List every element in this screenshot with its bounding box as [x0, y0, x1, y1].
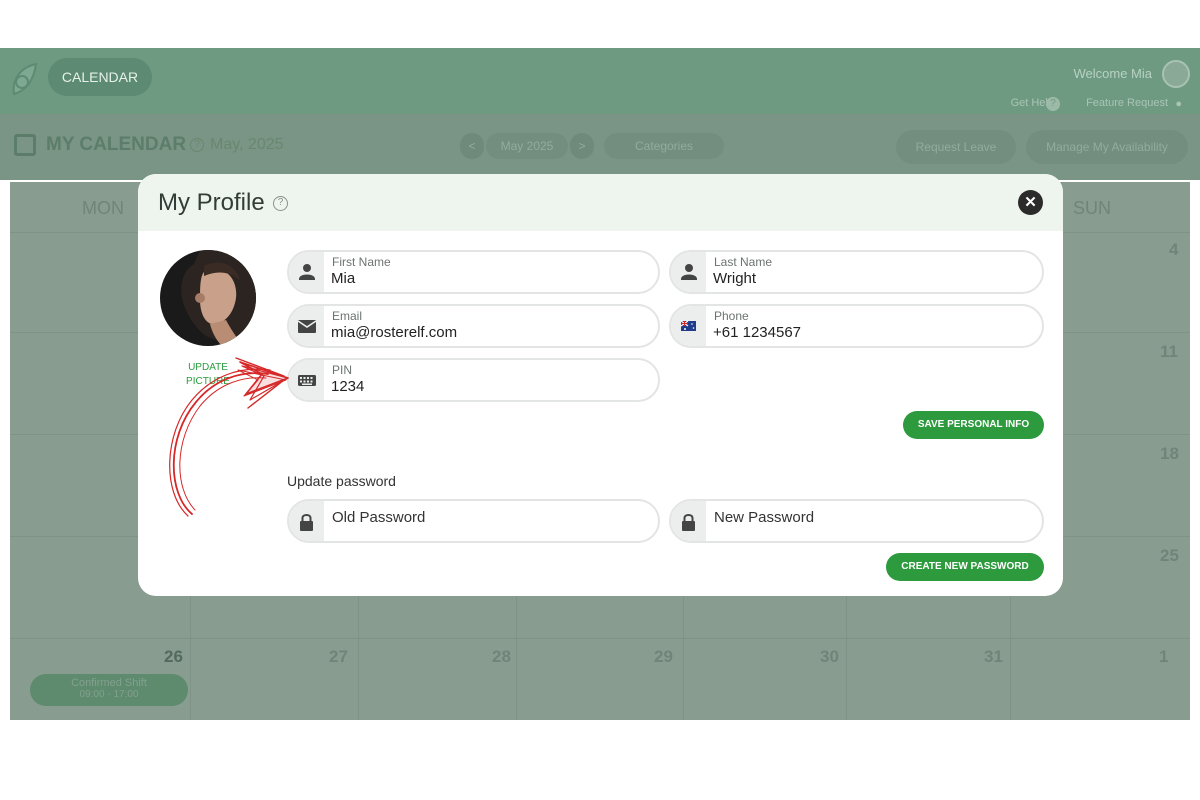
email-label: Email: [332, 309, 363, 323]
date-number[interactable]: 31: [984, 647, 1003, 667]
first-name-field[interactable]: First Name Mia: [287, 250, 660, 294]
field-icon-panel: [289, 306, 324, 346]
nav-calendar-button[interactable]: CALENDAR: [48, 58, 152, 96]
field-icon-panel: [289, 252, 324, 292]
date-number[interactable]: 4: [1169, 240, 1178, 260]
modal-header: My Profile ? ✕: [138, 174, 1063, 231]
field-icon-panel: [289, 501, 324, 541]
lightbulb-icon: ●: [1175, 98, 1182, 110]
help-icon[interactable]: ?: [1046, 97, 1060, 111]
date-number[interactable]: 18: [1160, 444, 1179, 464]
lock-icon: [300, 514, 313, 531]
date-number[interactable]: 29: [654, 647, 673, 667]
date-number[interactable]: 11: [1160, 342, 1178, 362]
welcome-text: Welcome Mia: [1073, 66, 1152, 81]
person-icon: [299, 264, 315, 280]
first-name-value[interactable]: Mia: [331, 270, 355, 287]
screenshot-frame: CALENDAR Welcome Mia Get Help ? Feature …: [0, 48, 1200, 720]
user-avatar[interactable]: [1162, 60, 1190, 88]
categories-button[interactable]: Categories: [604, 133, 724, 159]
profile-modal: My Profile ? ✕ UPDATE PICTURE First Name…: [138, 174, 1063, 596]
last-name-label: Last Name: [714, 255, 773, 269]
pin-label: PIN: [332, 363, 353, 377]
chevron-right-icon[interactable]: >: [570, 133, 594, 159]
keyboard-icon: [298, 375, 316, 386]
date-number[interactable]: 1: [1159, 647, 1168, 667]
request-leave-button[interactable]: Request Leave: [896, 130, 1016, 164]
save-personal-info-button[interactable]: SAVE PERSONAL INFO: [903, 411, 1044, 439]
modal-title: My Profile: [158, 189, 265, 216]
field-icon-panel: [671, 252, 706, 292]
pin-value[interactable]: 1234: [331, 378, 364, 395]
close-icon[interactable]: ✕: [1018, 190, 1043, 215]
phone-label: Phone: [714, 309, 749, 323]
envelope-icon: [297, 320, 317, 333]
update-picture-link[interactable]: UPDATE PICTURE: [183, 361, 233, 389]
lock-icon: [682, 514, 695, 531]
update-password-heading: Update password: [287, 473, 396, 489]
weekday-header: SUN: [1073, 198, 1112, 218]
old-password-placeholder[interactable]: Old Password: [332, 509, 425, 526]
create-new-password-button[interactable]: CREATE NEW PASSWORD: [886, 553, 1044, 581]
date-number[interactable]: 26: [164, 647, 183, 667]
feature-request-link[interactable]: Feature Request: [1086, 97, 1168, 109]
email-field[interactable]: Email mia@rosterelf.com: [287, 304, 660, 348]
field-icon-panel: [671, 306, 706, 346]
date-number[interactable]: 27: [329, 647, 348, 667]
date-number[interactable]: 30: [820, 647, 839, 667]
grid-divider: [10, 638, 1190, 639]
shift-time: 09:00 - 17:00: [79, 689, 139, 700]
last-name-value[interactable]: Wright: [713, 270, 756, 287]
weekday-header: MON: [82, 198, 124, 218]
new-password-placeholder[interactable]: New Password: [714, 509, 814, 526]
new-password-field[interactable]: New Password: [669, 499, 1044, 543]
leaf-logo-icon: [12, 62, 38, 96]
manage-availability-button[interactable]: Manage My Availability: [1026, 130, 1188, 164]
profile-avatar[interactable]: [160, 250, 256, 346]
calendar-month-title: May, 2025: [210, 136, 284, 153]
pin-field[interactable]: PIN 1234: [287, 358, 660, 402]
field-icon-panel: [289, 360, 324, 400]
calendar-title: MY CALENDAR: [46, 134, 187, 155]
last-name-field[interactable]: Last Name Wright: [669, 250, 1044, 294]
phone-field[interactable]: Phone +61 1234567: [669, 304, 1044, 348]
first-name-label: First Name: [332, 255, 391, 269]
month-selector[interactable]: May 2025: [486, 133, 568, 159]
calendar-icon: [14, 134, 36, 156]
old-password-field[interactable]: Old Password: [287, 499, 660, 543]
field-icon-panel: [671, 501, 706, 541]
confirmed-shift-chip[interactable]: Confirmed Shift 09:00 - 17:00: [30, 674, 188, 706]
date-number[interactable]: 28: [492, 647, 511, 667]
australia-flag-icon[interactable]: [671, 306, 706, 346]
phone-value[interactable]: +61 1234567: [713, 324, 801, 341]
email-value[interactable]: mia@rosterelf.com: [331, 324, 457, 341]
calendar-help-icon[interactable]: ?: [190, 138, 204, 152]
calendar-toolbar: MY CALENDAR ? May, 2025 < May 2025 > Cat…: [0, 114, 1200, 180]
shift-title: Confirmed Shift: [71, 677, 147, 689]
question-circle-icon[interactable]: ?: [273, 196, 288, 211]
chevron-left-icon[interactable]: <: [460, 133, 484, 159]
date-number[interactable]: 25: [1160, 546, 1179, 566]
person-icon: [681, 264, 697, 280]
top-navigation-bar: CALENDAR Welcome Mia Get Help ? Feature …: [0, 48, 1200, 114]
